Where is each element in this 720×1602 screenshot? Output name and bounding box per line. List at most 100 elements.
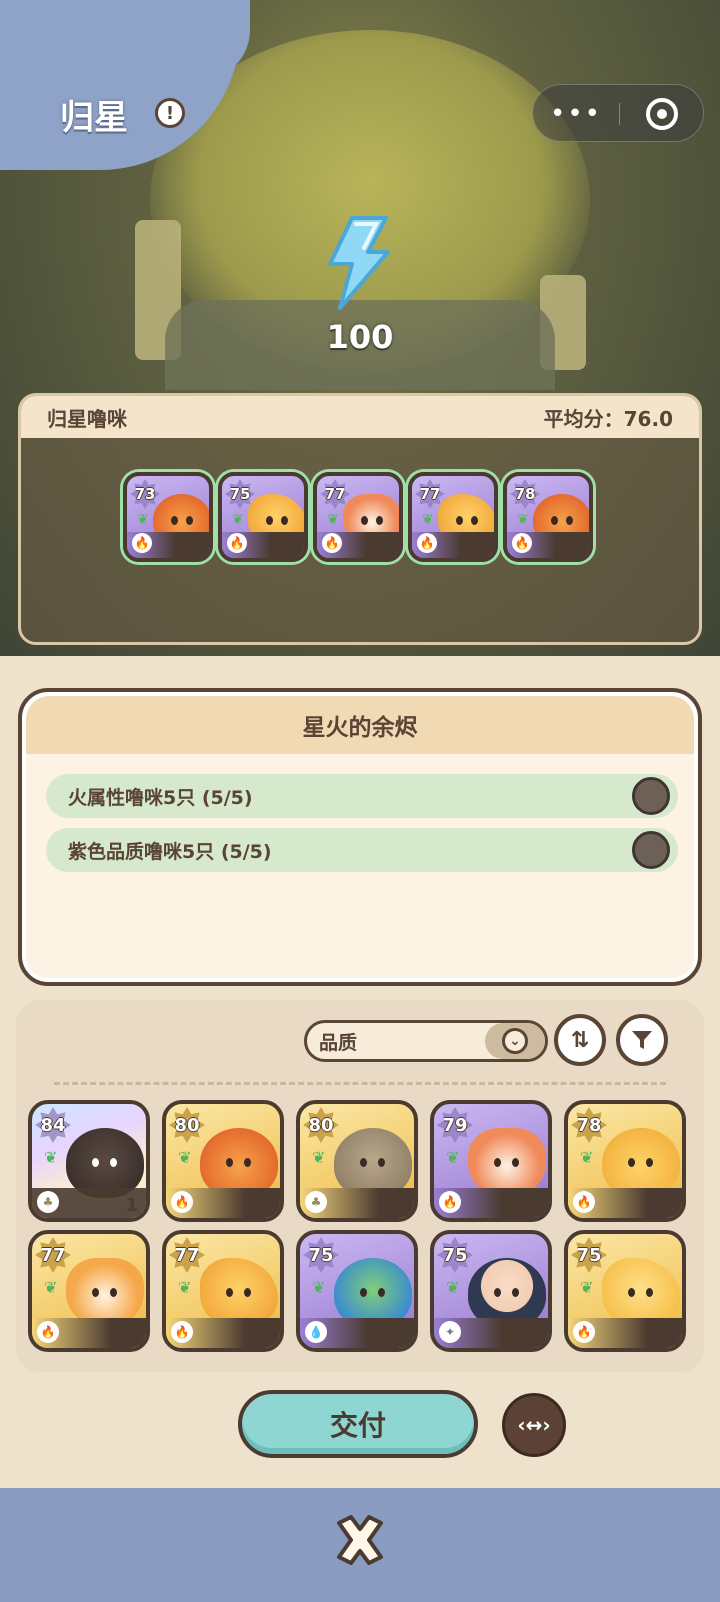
pet-card[interactable]: 84 ❦ ♣ 1 xyxy=(28,1100,150,1222)
close-icon xyxy=(337,1515,383,1565)
team-members: 73 ❦ 🔥 1 75 ❦ 🔥 1 77 ❦ 🔥 1 77 ❦ 🔥 1 78 ❦… xyxy=(123,472,593,562)
mini-program-capsule: ••• xyxy=(532,84,704,142)
pet-card[interactable]: 79 ❦ 🔥 1 xyxy=(430,1100,552,1222)
info-icon[interactable]: ! xyxy=(155,98,185,128)
swap-button[interactable]: ‹↔› xyxy=(502,1393,566,1457)
leaf-icon: ❦ xyxy=(178,1278,192,1297)
leaf-icon: ❦ xyxy=(446,1278,460,1297)
card-count: 1 xyxy=(259,1325,272,1346)
card-count: 1 xyxy=(393,1195,406,1216)
level-badge: 78 xyxy=(571,1107,607,1143)
leaf-icon: ❦ xyxy=(137,512,149,528)
requirement-text: 紫色品质噜咪5只 (5/5) xyxy=(68,840,272,863)
fire-element-icon: 🔥 xyxy=(573,1191,595,1213)
fire-element-icon: 🔥 xyxy=(171,1191,193,1213)
level-badge: 75 xyxy=(303,1237,339,1273)
pet-grid: 84 ❦ ♣ 1 80 ❦ 🔥 1 80 ❦ ♣ 1 79 ❦ 🔥 1 78 ❦… xyxy=(28,1100,686,1352)
level-badge: 80 xyxy=(303,1107,339,1143)
chevron-down-icon: ⌄ xyxy=(502,1028,528,1054)
level-badge: 79 xyxy=(437,1107,473,1143)
requirement-status-icon xyxy=(632,777,670,815)
inventory-panel: 品质 ⌄ ⇅ 84 ❦ ♣ 1 80 ❦ 🔥 1 80 ❦ ♣ 1 79 ❦ 🔥… xyxy=(16,1000,704,1372)
leaf-icon: ❦ xyxy=(422,512,434,528)
requirement-text: 火属性噜咪5只 (5/5) xyxy=(68,786,253,809)
leaf-icon: ❦ xyxy=(517,512,529,528)
fire-element-icon: 🔥 xyxy=(512,533,532,553)
quality-filter-dropdown[interactable]: 品质 ⌄ xyxy=(304,1020,548,1062)
team-member-card[interactable]: 77 ❦ 🔥 1 xyxy=(408,472,498,562)
clover-element-icon: ♣ xyxy=(305,1191,327,1213)
quest-title: 星火的余烬 xyxy=(26,696,694,754)
fire-element-icon: 🔥 xyxy=(573,1321,595,1343)
card-count: 1 xyxy=(286,537,298,556)
card-count: 1 xyxy=(571,537,583,556)
pet-card[interactable]: 75 ❦ ✦ 1 xyxy=(430,1230,552,1352)
level-badge: 75 xyxy=(571,1237,607,1273)
team-member-card[interactable]: 75 ❦ 🔥 1 xyxy=(218,472,308,562)
card-count: 1 xyxy=(191,537,203,556)
card-count: 1 xyxy=(125,1325,138,1346)
clover-element-icon: ♣ xyxy=(37,1191,59,1213)
team-member-card[interactable]: 77 ❦ 🔥 1 xyxy=(313,472,403,562)
leaf-icon: ❦ xyxy=(312,1148,326,1167)
fire-element-icon: 🔥 xyxy=(171,1321,193,1343)
sort-order-button[interactable]: ⇅ xyxy=(554,1014,606,1066)
fire-element-icon: 🔥 xyxy=(439,1191,461,1213)
level-badge: 75 xyxy=(437,1237,473,1273)
card-count: 1 xyxy=(661,1195,674,1216)
card-count: 1 xyxy=(125,1195,138,1216)
pet-card[interactable]: 77 ❦ 🔥 1 xyxy=(162,1230,284,1352)
pet-card[interactable]: 75 ❦ 💧 1 xyxy=(296,1230,418,1352)
level-badge: 77 xyxy=(35,1237,71,1273)
average-score: 平均分：76.0 xyxy=(543,406,673,431)
leaf-icon: ❦ xyxy=(446,1148,460,1167)
leaf-icon: ❦ xyxy=(580,1148,594,1167)
team-header: 归星噜咪 平均分：76.0 xyxy=(21,396,699,438)
pet-card[interactable]: 75 ❦ 🔥 1 xyxy=(564,1230,686,1352)
card-count: 1 xyxy=(527,1325,540,1346)
sparkle-element-icon: ✦ xyxy=(439,1321,461,1343)
card-count: 1 xyxy=(381,537,393,556)
leaf-icon: ❦ xyxy=(312,1278,326,1297)
fire-element-icon: 🔥 xyxy=(227,533,247,553)
team-label: 归星噜咪 xyxy=(47,406,127,431)
level-badge: 78 xyxy=(510,479,540,509)
fire-element-icon: 🔥 xyxy=(132,533,152,553)
pet-card[interactable]: 78 ❦ 🔥 1 xyxy=(564,1100,686,1222)
card-count: 1 xyxy=(661,1325,674,1346)
card-count: 1 xyxy=(393,1325,406,1346)
quest-requirement: 紫色品质噜咪5只 (5/5) xyxy=(46,828,678,872)
leaf-icon: ❦ xyxy=(327,512,339,528)
team-member-card[interactable]: 73 ❦ 🔥 1 xyxy=(123,472,213,562)
leaf-icon: ❦ xyxy=(580,1278,594,1297)
funnel-icon xyxy=(632,1031,652,1049)
filter-label: 品质 xyxy=(319,1031,358,1054)
quest-requirement: 火属性噜咪5只 (5/5) xyxy=(46,774,678,818)
pet-card[interactable]: 80 ❦ ♣ 1 xyxy=(296,1100,418,1222)
dropdown-toggle[interactable]: ⌄ xyxy=(485,1023,545,1059)
more-button[interactable]: ••• xyxy=(533,85,619,143)
swap-icon: ‹↔› xyxy=(517,1413,551,1437)
energy-value: 100 xyxy=(326,318,394,356)
leaf-icon: ❦ xyxy=(178,1148,192,1167)
filter-button[interactable] xyxy=(616,1014,668,1066)
quest-panel: 星火的余烬 火属性噜咪5只 (5/5) 紫色品质噜咪5只 (5/5) xyxy=(18,688,702,986)
deliver-button[interactable]: 交付 xyxy=(238,1390,478,1458)
sort-icon: ⇅ xyxy=(570,1027,590,1053)
pet-card[interactable]: 80 ❦ 🔥 1 xyxy=(162,1100,284,1222)
leaf-icon: ❦ xyxy=(232,512,244,528)
lightning-crystal-icon xyxy=(328,216,390,310)
level-badge: 77 xyxy=(320,479,350,509)
team-member-card[interactable]: 78 ❦ 🔥 1 xyxy=(503,472,593,562)
leaf-icon: ❦ xyxy=(44,1278,58,1297)
close-button[interactable] xyxy=(326,1506,394,1574)
fire-element-icon: 🔥 xyxy=(322,533,342,553)
requirement-status-icon xyxy=(632,831,670,869)
target-icon xyxy=(646,98,678,130)
level-badge: 77 xyxy=(169,1237,205,1273)
pet-card[interactable]: 77 ❦ 🔥 1 xyxy=(28,1230,150,1352)
close-mini-program-button[interactable] xyxy=(619,85,705,143)
leaf-icon: ❦ xyxy=(44,1148,58,1167)
level-badge: 77 xyxy=(415,479,445,509)
level-badge: 73 xyxy=(130,479,160,509)
